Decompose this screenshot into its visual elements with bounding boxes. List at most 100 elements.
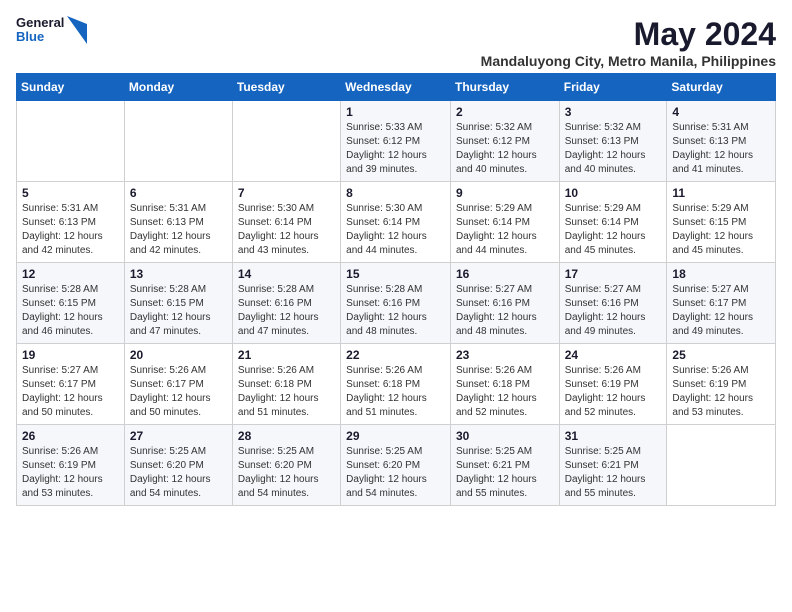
calendar-week-row: 5 Sunrise: 5:31 AM Sunset: 6:13 PM Daylig… xyxy=(17,182,776,263)
day-number: 22 xyxy=(346,348,445,362)
day-info: Sunrise: 5:30 AM Sunset: 6:14 PM Dayligh… xyxy=(238,202,335,258)
day-number: 16 xyxy=(456,267,554,281)
col-header-monday: Monday xyxy=(124,74,232,101)
calendar-cell: 20 Sunrise: 5:26 AM Sunset: 6:17 PM Dayli… xyxy=(124,344,232,425)
calendar-cell: 21 Sunrise: 5:26 AM Sunset: 6:18 PM Dayli… xyxy=(232,344,340,425)
day-number: 23 xyxy=(456,348,554,362)
calendar-cell: 1 Sunrise: 5:33 AM Sunset: 6:12 PM Daylig… xyxy=(341,101,451,182)
calendar-cell: 3 Sunrise: 5:32 AM Sunset: 6:13 PM Daylig… xyxy=(559,101,667,182)
logo-general: General xyxy=(16,16,64,30)
day-number: 21 xyxy=(238,348,335,362)
day-info: Sunrise: 5:25 AM Sunset: 6:20 PM Dayligh… xyxy=(130,445,227,501)
calendar-week-row: 1 Sunrise: 5:33 AM Sunset: 6:12 PM Daylig… xyxy=(17,101,776,182)
calendar-cell: 19Sunrise: 5:27 AM Sunset: 6:17 PM Dayli… xyxy=(17,344,125,425)
page-header: General Blue May 2024 Mandaluyong City, … xyxy=(16,16,776,69)
location-subtitle: Mandaluyong City, Metro Manila, Philippi… xyxy=(481,53,776,69)
day-number: 3 xyxy=(565,105,662,119)
calendar-cell: 22 Sunrise: 5:26 AM Sunset: 6:18 PM Dayli… xyxy=(341,344,451,425)
calendar-cell: 18 Sunrise: 5:27 AM Sunset: 6:17 PM Dayli… xyxy=(667,263,776,344)
calendar-week-row: 26Sunrise: 5:26 AM Sunset: 6:19 PM Dayli… xyxy=(17,425,776,506)
day-number: 2 xyxy=(456,105,554,119)
day-info: Sunrise: 5:32 AM Sunset: 6:13 PM Dayligh… xyxy=(565,121,662,177)
day-info: Sunrise: 5:28 AM Sunset: 6:16 PM Dayligh… xyxy=(346,283,445,339)
day-info: Sunrise: 5:33 AM Sunset: 6:12 PM Dayligh… xyxy=(346,121,445,177)
day-info: Sunrise: 5:31 AM Sunset: 6:13 PM Dayligh… xyxy=(22,202,119,258)
logo: General Blue xyxy=(16,16,87,45)
calendar-header-row: SundayMondayTuesdayWednesdayThursdayFrid… xyxy=(17,74,776,101)
day-number: 14 xyxy=(238,267,335,281)
title-block: May 2024 Mandaluyong City, Metro Manila,… xyxy=(481,16,776,69)
calendar-cell: 5 Sunrise: 5:31 AM Sunset: 6:13 PM Daylig… xyxy=(17,182,125,263)
day-number: 5 xyxy=(22,186,119,200)
day-info: Sunrise: 5:26 AM Sunset: 6:19 PM Dayligh… xyxy=(565,364,662,420)
day-info: Sunrise: 5:25 AM Sunset: 6:20 PM Dayligh… xyxy=(238,445,335,501)
calendar-cell xyxy=(667,425,776,506)
day-info: Sunrise: 5:26 AM Sunset: 6:19 PM Dayligh… xyxy=(22,445,119,501)
day-info: Sunrise: 5:26 AM Sunset: 6:18 PM Dayligh… xyxy=(456,364,554,420)
calendar-cell: 16Sunrise: 5:27 AM Sunset: 6:16 PM Dayli… xyxy=(450,263,559,344)
calendar-cell: 30Sunrise: 5:25 AM Sunset: 6:21 PM Dayli… xyxy=(450,425,559,506)
calendar-cell: 2 Sunrise: 5:32 AM Sunset: 6:12 PM Daylig… xyxy=(450,101,559,182)
day-number: 6 xyxy=(130,186,227,200)
calendar-cell: 23 Sunrise: 5:26 AM Sunset: 6:18 PM Dayli… xyxy=(450,344,559,425)
calendar-cell xyxy=(232,101,340,182)
day-info: Sunrise: 5:28 AM Sunset: 6:15 PM Dayligh… xyxy=(22,283,119,339)
day-info: Sunrise: 5:26 AM Sunset: 6:18 PM Dayligh… xyxy=(238,364,335,420)
day-info: Sunrise: 5:25 AM Sunset: 6:21 PM Dayligh… xyxy=(456,445,554,501)
col-header-friday: Friday xyxy=(559,74,667,101)
day-number: 31 xyxy=(565,429,662,443)
calendar-cell: 7 Sunrise: 5:30 AM Sunset: 6:14 PM Daylig… xyxy=(232,182,340,263)
calendar-table: SundayMondayTuesdayWednesdayThursdayFrid… xyxy=(16,73,776,506)
day-info: Sunrise: 5:25 AM Sunset: 6:21 PM Dayligh… xyxy=(565,445,662,501)
day-info: Sunrise: 5:32 AM Sunset: 6:12 PM Dayligh… xyxy=(456,121,554,177)
calendar-cell xyxy=(124,101,232,182)
col-header-saturday: Saturday xyxy=(667,74,776,101)
day-info: Sunrise: 5:26 AM Sunset: 6:18 PM Dayligh… xyxy=(346,364,445,420)
day-number: 27 xyxy=(130,429,227,443)
logo-blue: Blue xyxy=(16,30,64,44)
day-number: 15 xyxy=(346,267,445,281)
calendar-cell: 28 Sunrise: 5:25 AM Sunset: 6:20 PM Dayli… xyxy=(232,425,340,506)
calendar-cell: 17Sunrise: 5:27 AM Sunset: 6:16 PM Dayli… xyxy=(559,263,667,344)
day-info: Sunrise: 5:26 AM Sunset: 6:19 PM Dayligh… xyxy=(672,364,770,420)
day-info: Sunrise: 5:29 AM Sunset: 6:15 PM Dayligh… xyxy=(672,202,770,258)
day-number: 4 xyxy=(672,105,770,119)
day-number: 25 xyxy=(672,348,770,362)
day-info: Sunrise: 5:27 AM Sunset: 6:17 PM Dayligh… xyxy=(672,283,770,339)
calendar-cell: 31 Sunrise: 5:25 AM Sunset: 6:21 PM Dayli… xyxy=(559,425,667,506)
day-info: Sunrise: 5:27 AM Sunset: 6:16 PM Dayligh… xyxy=(565,283,662,339)
day-number: 10 xyxy=(565,186,662,200)
calendar-week-row: 12Sunrise: 5:28 AM Sunset: 6:15 PM Dayli… xyxy=(17,263,776,344)
day-info: Sunrise: 5:29 AM Sunset: 6:14 PM Dayligh… xyxy=(565,202,662,258)
day-info: Sunrise: 5:31 AM Sunset: 6:13 PM Dayligh… xyxy=(672,121,770,177)
day-info: Sunrise: 5:29 AM Sunset: 6:14 PM Dayligh… xyxy=(456,202,554,258)
day-number: 13 xyxy=(130,267,227,281)
calendar-cell: 27 Sunrise: 5:25 AM Sunset: 6:20 PM Dayli… xyxy=(124,425,232,506)
day-number: 9 xyxy=(456,186,554,200)
day-number: 1 xyxy=(346,105,445,119)
calendar-cell: 13 Sunrise: 5:28 AM Sunset: 6:15 PM Dayli… xyxy=(124,263,232,344)
calendar-week-row: 19Sunrise: 5:27 AM Sunset: 6:17 PM Dayli… xyxy=(17,344,776,425)
col-header-thursday: Thursday xyxy=(450,74,559,101)
calendar-cell: 26Sunrise: 5:26 AM Sunset: 6:19 PM Dayli… xyxy=(17,425,125,506)
logo-icon xyxy=(67,16,87,44)
col-header-sunday: Sunday xyxy=(17,74,125,101)
calendar-cell: 4 Sunrise: 5:31 AM Sunset: 6:13 PM Daylig… xyxy=(667,101,776,182)
day-info: Sunrise: 5:26 AM Sunset: 6:17 PM Dayligh… xyxy=(130,364,227,420)
calendar-cell: 14Sunrise: 5:28 AM Sunset: 6:16 PM Dayli… xyxy=(232,263,340,344)
day-number: 19 xyxy=(22,348,119,362)
calendar-cell: 10 Sunrise: 5:29 AM Sunset: 6:14 PM Dayli… xyxy=(559,182,667,263)
day-number: 18 xyxy=(672,267,770,281)
calendar-cell: 24Sunrise: 5:26 AM Sunset: 6:19 PM Dayli… xyxy=(559,344,667,425)
day-number: 7 xyxy=(238,186,335,200)
col-header-tuesday: Tuesday xyxy=(232,74,340,101)
calendar-cell: 6 Sunrise: 5:31 AM Sunset: 6:13 PM Daylig… xyxy=(124,182,232,263)
calendar-cell: 9 Sunrise: 5:29 AM Sunset: 6:14 PM Daylig… xyxy=(450,182,559,263)
day-number: 28 xyxy=(238,429,335,443)
day-info: Sunrise: 5:30 AM Sunset: 6:14 PM Dayligh… xyxy=(346,202,445,258)
day-number: 29 xyxy=(346,429,445,443)
day-number: 20 xyxy=(130,348,227,362)
day-info: Sunrise: 5:31 AM Sunset: 6:13 PM Dayligh… xyxy=(130,202,227,258)
day-number: 11 xyxy=(672,186,770,200)
day-info: Sunrise: 5:28 AM Sunset: 6:15 PM Dayligh… xyxy=(130,283,227,339)
